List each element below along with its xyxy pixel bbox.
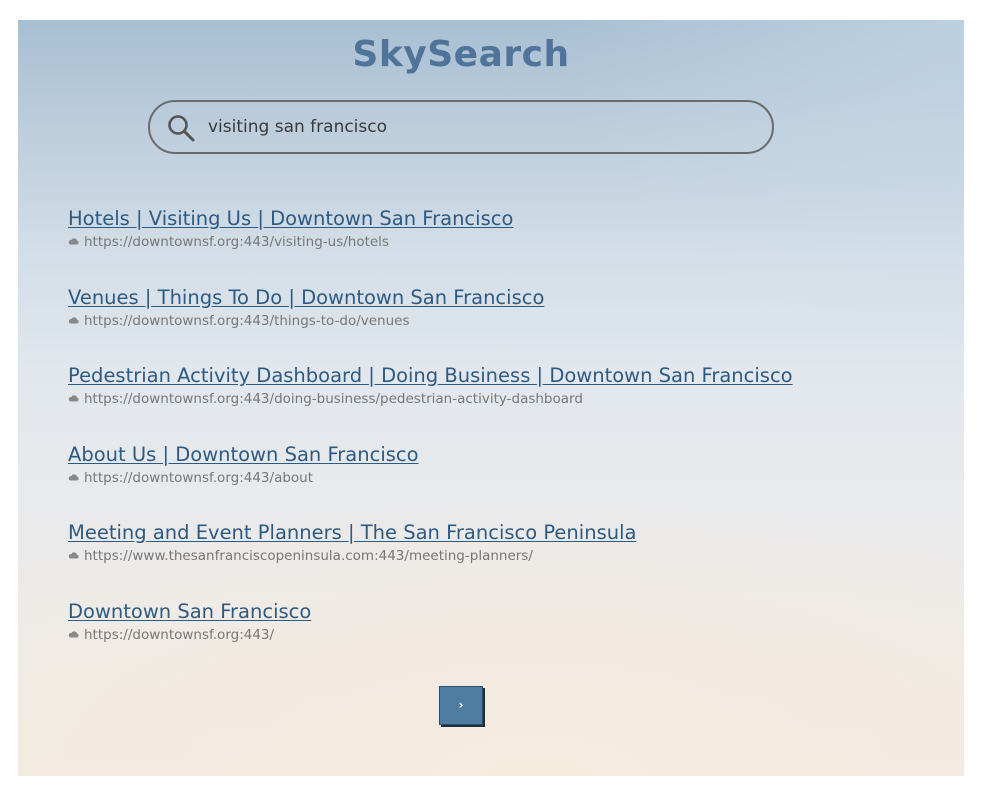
result-url: https://downtownsf.org:443/: [68, 626, 928, 644]
result-url-text: https://downtownsf.org:443/about: [84, 469, 314, 486]
search-bar[interactable]: [148, 100, 774, 154]
result-title-link[interactable]: Venues | Things To Do | Downtown San Fra…: [68, 285, 544, 311]
search-results-page: SkySearch Hotels | Visiting Us | Downtow…: [18, 20, 964, 776]
result-url: https://downtownsf.org:443/about: [68, 469, 928, 487]
result-url: https://downtownsf.org:443/things-to-do/…: [68, 312, 928, 330]
site-logo[interactable]: SkySearch: [18, 34, 904, 75]
result-url-text: https://downtownsf.org:443/things-to-do/…: [84, 312, 410, 329]
result-title-link[interactable]: Pedestrian Activity Dashboard | Doing Bu…: [68, 363, 793, 389]
result-url: https://www.thesanfranciscopeninsula.com…: [68, 547, 928, 565]
cloud-icon: [68, 238, 79, 245]
result-url-text: https://downtownsf.org:443/: [84, 626, 275, 643]
cloud-icon: [68, 630, 79, 637]
result-url: https://downtownsf.org:443/doing-busines…: [68, 390, 928, 408]
cloud-icon: [68, 316, 79, 323]
result-url-text: https://www.thesanfranciscopeninsula.com…: [84, 548, 533, 564]
result-url-text: https://downtownsf.org:443/doing-busines…: [84, 391, 583, 407]
result-item: About Us | Downtown San Francisco https:…: [68, 442, 928, 521]
result-item: Hotels | Visiting Us | Downtown San Fran…: [68, 206, 928, 285]
result-title-link[interactable]: Meeting and Event Planners | The San Fra…: [68, 520, 636, 546]
result-item: Venues | Things To Do | Downtown San Fra…: [68, 285, 928, 364]
cloud-icon: [68, 395, 79, 402]
result-item: Downtown San Francisco https://downtowns…: [68, 599, 928, 678]
result-title-link[interactable]: Hotels | Visiting Us | Downtown San Fran…: [68, 206, 513, 232]
results-list: Hotels | Visiting Us | Downtown San Fran…: [68, 206, 928, 677]
cloud-icon: [68, 473, 79, 480]
result-url-text: https://downtownsf.org:443/visiting-us/h…: [84, 234, 389, 250]
result-title-link[interactable]: Downtown San Francisco: [68, 599, 311, 625]
search-icon[interactable]: [166, 113, 196, 143]
cloud-icon: [68, 552, 79, 559]
result-title-link[interactable]: About Us | Downtown San Francisco: [68, 442, 419, 468]
next-page-button[interactable]: ›: [439, 686, 483, 725]
result-url: https://downtownsf.org:443/visiting-us/h…: [68, 233, 928, 251]
result-item: Pedestrian Activity Dashboard | Doing Bu…: [68, 363, 928, 442]
search-input[interactable]: [208, 113, 748, 141]
result-item: Meeting and Event Planners | The San Fra…: [68, 520, 928, 599]
